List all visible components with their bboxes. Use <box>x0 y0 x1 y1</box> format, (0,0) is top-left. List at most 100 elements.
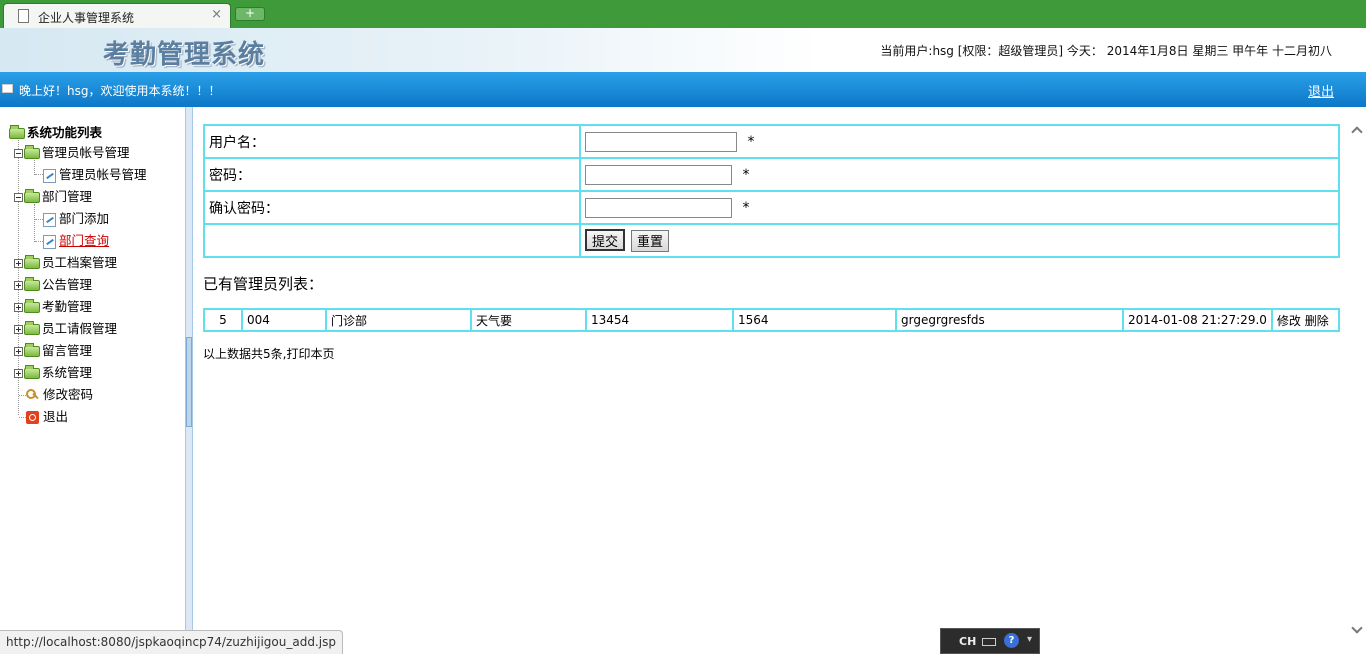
edit-link[interactable]: 修改 <box>1277 314 1301 328</box>
folder-open-icon <box>24 145 40 159</box>
close-tab-icon[interactable]: × <box>211 7 222 22</box>
cell-c1: 004 <box>241 308 327 332</box>
tree-group-label: 留言管理 <box>42 343 93 358</box>
tree-root-label: 系统功能列表 <box>27 125 103 140</box>
system-title: 考勤管理系统 <box>103 40 266 70</box>
password-label: 密码： <box>203 157 581 192</box>
page-icon <box>18 9 29 23</box>
tree-group-attendance[interactable]: 考勤管理 <box>14 298 92 316</box>
folder-icon <box>24 365 40 379</box>
expand-icon[interactable] <box>14 303 23 312</box>
new-tab-button[interactable]: + <box>235 7 265 21</box>
cell-actions: 修改 删除 <box>1270 308 1341 332</box>
browser-tab[interactable]: 企业人事管理系统 × <box>3 3 231 29</box>
folder-icon <box>24 277 40 291</box>
required-mark: * <box>742 199 750 216</box>
expand-icon[interactable] <box>14 259 23 268</box>
tree-connector <box>34 160 35 175</box>
browser-tab-strip: 企业人事管理系统 × + <box>0 0 1366 29</box>
folder-open-icon <box>24 189 40 203</box>
tree-group-admin[interactable]: 管理员帐号管理 <box>14 144 130 162</box>
form-row-confirm: 确认密码： * <box>203 190 1340 225</box>
scroll-up-arrow[interactable] <box>1352 125 1362 135</box>
collapse-icon[interactable] <box>14 149 23 158</box>
cell-c5: 1564 <box>732 308 897 332</box>
welcome-bar: 晚上好！hsg，欢迎使用本系统！！！ 退出 <box>0 72 1366 107</box>
scroll-down-arrow[interactable] <box>1352 625 1362 635</box>
ime-toolbar[interactable]: CH ? ▾ <box>940 628 1040 654</box>
form-row-actions: 提交 重置 <box>203 223 1340 258</box>
tree-item-label[interactable]: 部门查询 <box>59 233 109 248</box>
collapse-sidebar-handle[interactable] <box>186 337 192 427</box>
tree-item-label[interactable]: 管理员帐号管理 <box>59 167 147 182</box>
username-cell: * <box>579 124 1340 159</box>
tree-group-leave[interactable]: 员工请假管理 <box>14 320 117 338</box>
tree-group-label: 公告管理 <box>42 277 93 292</box>
tree-group-label: 考勤管理 <box>42 299 93 314</box>
summary-text: 以上数据共5条,打印本页 <box>203 347 335 361</box>
username-label: 用户名： <box>203 124 581 159</box>
admin-list-table: 5 004 门诊部 天气要 13454 1564 grgegrgresfds 2… <box>203 308 1341 332</box>
options-icon[interactable]: ▾ <box>1027 634 1032 645</box>
expand-icon[interactable] <box>14 369 23 378</box>
tree-group-messages[interactable]: 留言管理 <box>14 342 92 360</box>
key-icon <box>26 389 40 402</box>
cell-c3: 天气要 <box>470 308 587 332</box>
cell-no: 5 <box>203 308 243 332</box>
tree-item-exit[interactable]: 退出 <box>26 408 68 426</box>
tree-item-label[interactable]: 退出 <box>43 409 68 424</box>
expand-icon[interactable] <box>14 281 23 290</box>
user-card-icon <box>2 84 13 93</box>
tree-item-admin-account[interactable]: 管理员帐号管理 <box>43 166 147 184</box>
empty-cell <box>203 223 581 258</box>
confirm-password-input[interactable] <box>585 197 732 218</box>
tree-item-label[interactable]: 部门添加 <box>59 211 109 226</box>
folder-icon <box>24 321 40 335</box>
tree-root: 系统功能列表 <box>9 124 102 142</box>
tree-connector <box>19 395 26 396</box>
tab-title: 企业人事管理系统 <box>38 11 135 25</box>
tree-group-department[interactable]: 部门管理 <box>14 188 92 206</box>
tree-group-label: 部门管理 <box>42 189 93 204</box>
cell-c7: 2014-01-08 21:27:29.0 <box>1122 308 1273 332</box>
logout-link[interactable]: 退出 <box>1308 81 1334 100</box>
tree-item-department-add[interactable]: 部门添加 <box>43 210 109 228</box>
submit-button[interactable]: 提交 <box>585 229 626 252</box>
tree-connector <box>19 417 26 418</box>
expand-icon[interactable] <box>14 325 23 334</box>
folder-icon <box>24 299 40 313</box>
admin-list-title: 已有管理员列表： <box>203 275 324 293</box>
reset-button[interactable]: 重置 <box>631 229 670 252</box>
username-input[interactable] <box>585 131 737 152</box>
frame-splitter[interactable] <box>186 107 193 654</box>
password-input[interactable] <box>585 164 732 185</box>
required-mark: * <box>747 133 755 150</box>
required-mark: * <box>742 166 750 183</box>
ime-mode-label[interactable]: CH <box>959 635 976 648</box>
page-header: 考勤管理系统 当前用户:hsg [权限：超级管理员] 今天： 2014年1月8日… <box>0 28 1366 72</box>
tree-group-notices[interactable]: 公告管理 <box>14 276 92 294</box>
tree-item-label[interactable]: 修改密码 <box>43 387 93 402</box>
cell-c4: 13454 <box>585 308 734 332</box>
keyboard-icon[interactable] <box>982 638 996 646</box>
tree-group-employee-files[interactable]: 员工档案管理 <box>14 254 117 272</box>
help-icon[interactable]: ? <box>1004 633 1019 648</box>
edit-page-icon <box>43 212 56 227</box>
collapse-icon[interactable] <box>14 193 23 202</box>
folder-open-icon <box>9 125 25 139</box>
folder-icon <box>24 343 40 357</box>
power-icon <box>26 411 39 424</box>
tree-connector <box>34 204 35 242</box>
tree-group-label: 系统管理 <box>42 365 93 380</box>
tree-item-department-query[interactable]: 部门查询 <box>43 232 109 250</box>
welcome-text: 晚上好！hsg，欢迎使用本系统！！！ <box>19 84 221 98</box>
tree-item-change-password[interactable]: 修改密码 <box>26 386 93 404</box>
password-cell: * <box>579 157 1340 192</box>
form-row-password: 密码： * <box>203 157 1340 192</box>
expand-icon[interactable] <box>14 347 23 356</box>
tree-group-system[interactable]: 系统管理 <box>14 364 92 382</box>
confirm-password-label: 确认密码： <box>203 190 581 225</box>
actions-cell: 提交 重置 <box>579 223 1340 258</box>
delete-link[interactable]: 删除 <box>1305 314 1329 328</box>
current-user-info: 当前用户:hsg [权限：超级管理员] 今天： 2014年1月8日 星期三 甲午… <box>880 44 1332 58</box>
